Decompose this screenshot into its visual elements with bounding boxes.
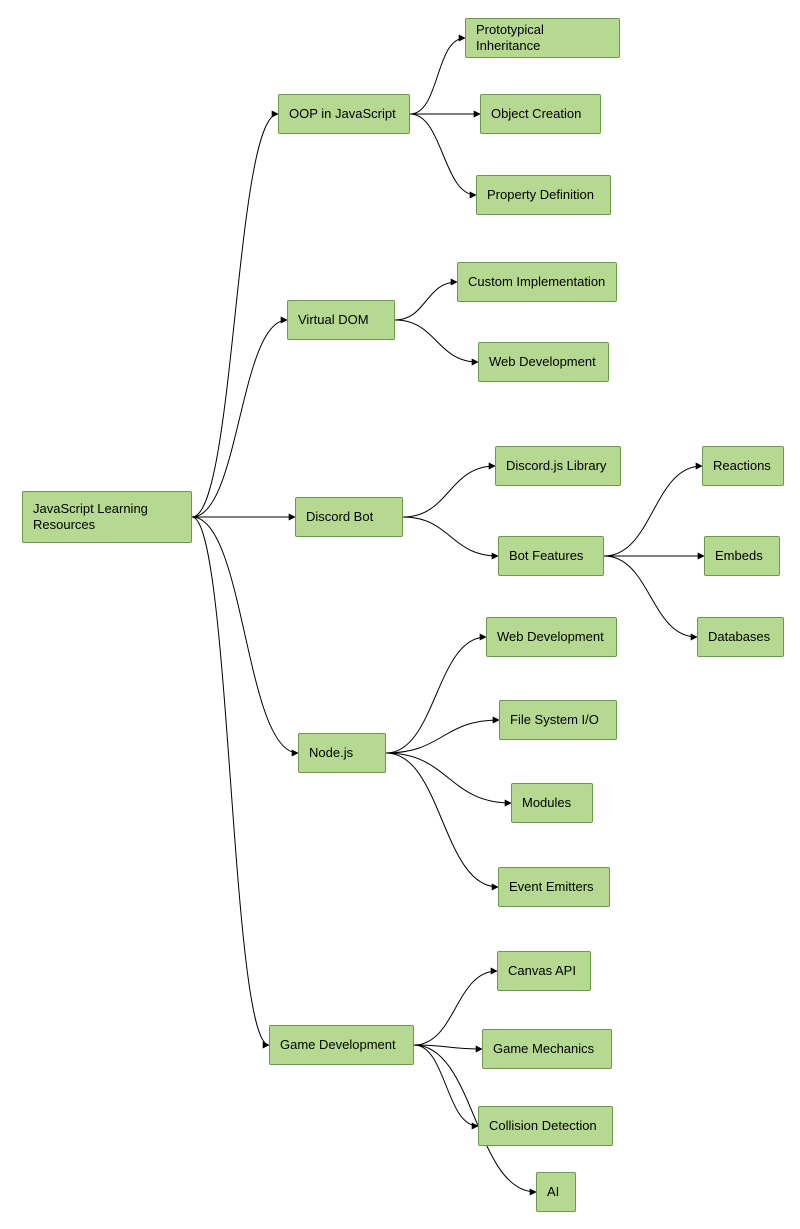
node-nodejs-webdev-label: Web Development [497,629,604,645]
edge-game-game_mechanics [414,1045,482,1049]
node-vdom-webdev: Web Development [478,342,609,382]
node-oop-label: OOP in JavaScript [289,106,396,122]
edge-node-node_webdev [386,637,486,753]
edge-oop-oop_propdef [410,114,476,195]
node-game-canvas-label: Canvas API [508,963,576,979]
node-nodejs-modules-label: Modules [522,795,571,811]
node-discord: Discord Bot [295,497,403,537]
node-discord-lib: Discord.js Library [495,446,621,486]
node-game: Game Development [269,1025,414,1065]
node-game-canvas: Canvas API [497,951,591,991]
edge-root-node [192,517,298,753]
node-oop-propdef-label: Property Definition [487,187,594,203]
node-nodejs-fsio: File System I/O [499,700,617,740]
node-discord-label: Discord Bot [306,509,373,525]
node-game-label: Game Development [280,1037,396,1053]
edge-vdom-vdom_custom [395,282,457,320]
node-vdom-custom-label: Custom Implementation [468,274,605,290]
edge-root-game [192,517,269,1045]
node-game-ai: AI [536,1172,576,1212]
node-game-collision-label: Collision Detection [489,1118,597,1134]
edge-discord-discord_lib [403,466,495,517]
node-game-ai-label: AI [547,1184,559,1200]
node-discord-features: Bot Features [498,536,604,576]
node-feat-reactions: Reactions [702,446,784,486]
edge-vdom-vdom_webdev [395,320,478,362]
node-root: JavaScript Learning Resources [22,491,192,543]
edge-node-node_emitters [386,753,498,887]
node-feat-embeds: Embeds [704,536,780,576]
node-oop-proto-label: Prototypical Inheritance [476,22,609,55]
node-discord-features-label: Bot Features [509,548,583,564]
node-game-collision: Collision Detection [478,1106,613,1146]
node-feat-embeds-label: Embeds [715,548,763,564]
edge-discord-discord_features [403,517,498,556]
node-vdom: Virtual DOM [287,300,395,340]
node-nodejs: Node.js [298,733,386,773]
node-nodejs-webdev: Web Development [486,617,617,657]
node-feat-reactions-label: Reactions [713,458,771,474]
node-oop-proto: Prototypical Inheritance [465,18,620,58]
node-root-label: JavaScript Learning Resources [33,501,181,534]
edge-oop-oop_proto [410,38,465,114]
node-nodejs-emitters-label: Event Emitters [509,879,594,895]
node-game-mechanics: Game Mechanics [482,1029,612,1069]
node-game-mechanics-label: Game Mechanics [493,1041,594,1057]
node-nodejs-fsio-label: File System I/O [510,712,599,728]
edge-node-node_fsio [386,720,499,753]
node-nodejs-label: Node.js [309,745,353,761]
edge-root-vdom [192,320,287,517]
node-oop-objcreate-label: Object Creation [491,106,581,122]
node-oop-objcreate: Object Creation [480,94,601,134]
node-feat-databases: Databases [697,617,784,657]
edge-discord_features-feat_databases [604,556,697,637]
edge-node-node_modules [386,753,511,803]
node-nodejs-modules: Modules [511,783,593,823]
node-oop-propdef: Property Definition [476,175,611,215]
node-vdom-custom: Custom Implementation [457,262,617,302]
node-nodejs-emitters: Event Emitters [498,867,610,907]
edge-game-game_collision [414,1045,478,1126]
node-oop: OOP in JavaScript [278,94,410,134]
node-vdom-webdev-label: Web Development [489,354,596,370]
edge-root-oop [192,114,278,517]
node-vdom-label: Virtual DOM [298,312,369,328]
node-feat-databases-label: Databases [708,629,770,645]
node-discord-lib-label: Discord.js Library [506,458,606,474]
